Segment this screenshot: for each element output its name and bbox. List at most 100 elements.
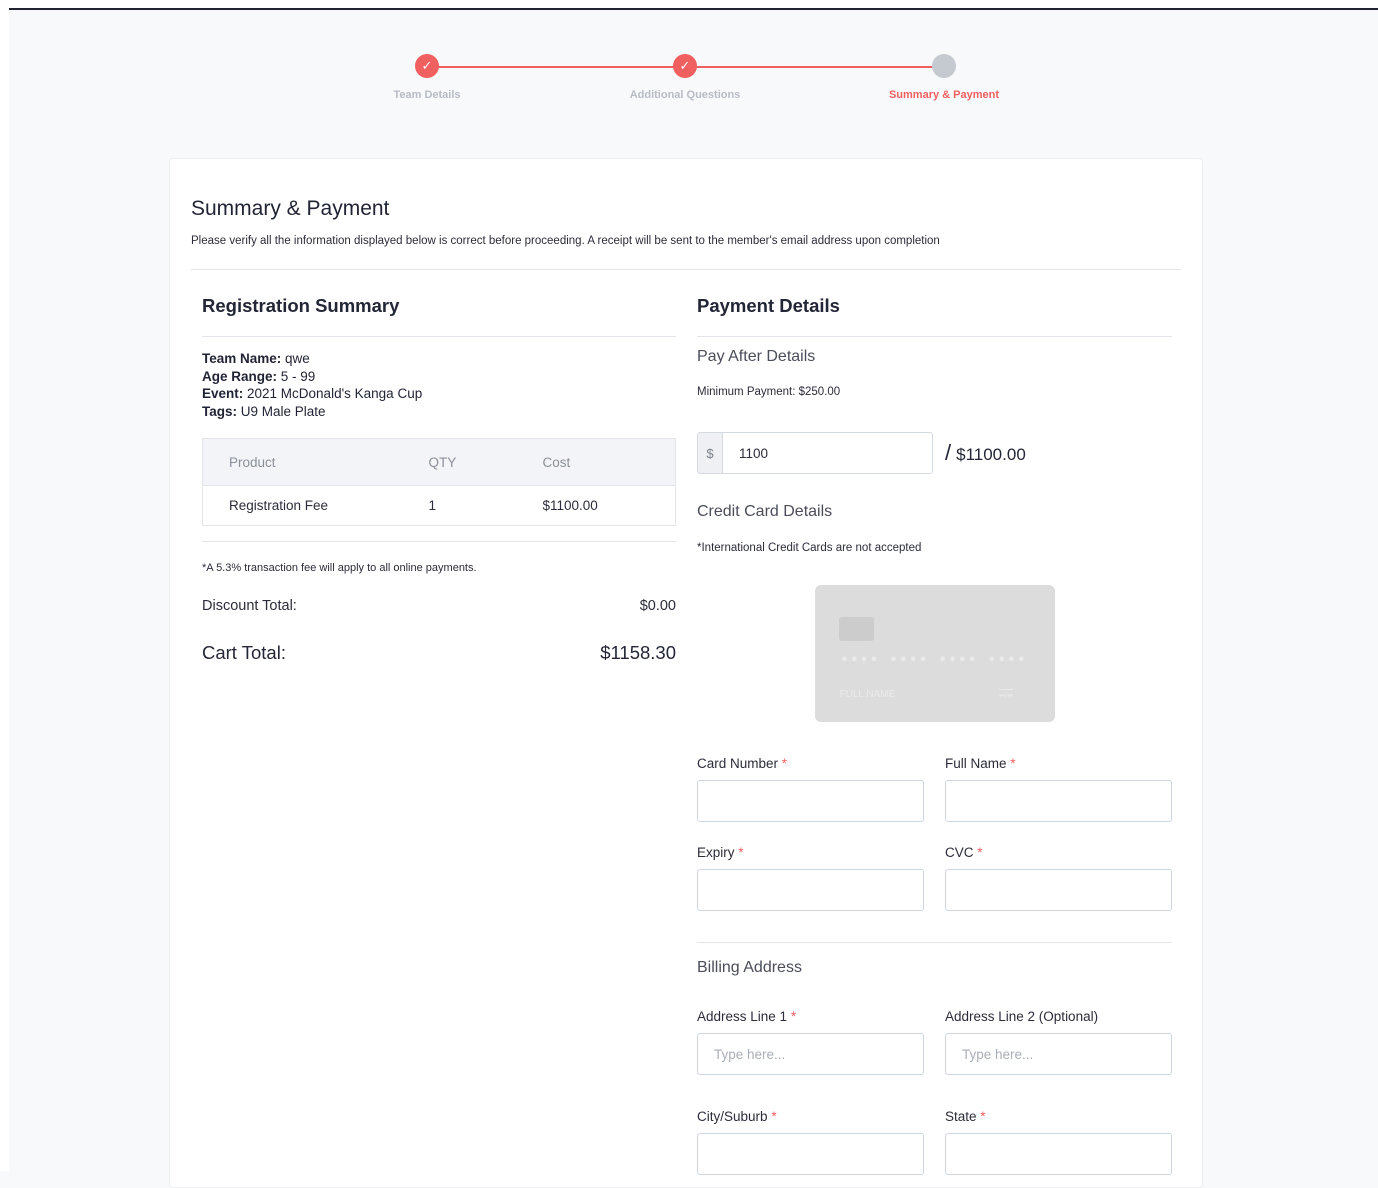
top-bar — [0, 0, 1378, 10]
cart-total-row: Cart Total: $1158.30 — [202, 642, 676, 664]
event-label: Event: — [202, 386, 244, 401]
full-name-input[interactable] — [945, 780, 1172, 822]
card-number-input[interactable] — [697, 780, 924, 822]
state-field: State * — [945, 1109, 1172, 1175]
step-summary-payment[interactable]: Summary & Payment — [844, 54, 1044, 101]
age-range-value: 5 - 99 — [277, 368, 316, 384]
team-name-value: qwe — [281, 351, 310, 366]
payment-amount-input[interactable] — [723, 433, 932, 473]
billing-address-title: Billing Address — [697, 959, 802, 976]
cost-cell: $1100.00 — [516, 485, 676, 526]
tags-row: Tags: U9 Male Plate — [202, 403, 676, 421]
slash-separator: / — [945, 440, 952, 465]
address-line-1-input[interactable] — [697, 1033, 924, 1075]
card-preview-number: •••• •••• •••• •••• — [840, 653, 1028, 668]
amount-total-value: $1100.00 — [956, 445, 1026, 464]
address-line-2-input[interactable] — [945, 1033, 1172, 1075]
card-chip-icon — [838, 617, 874, 641]
column-header-product: Product — [202, 438, 403, 486]
city-label: City/Suburb * — [697, 1109, 924, 1124]
address-line-2-field: Address Line 2 (Optional) — [945, 1009, 1172, 1075]
amount-total: / $1100.00 — [945, 440, 1026, 466]
team-info: Team Name: qwe Age Range: 5 - 99 Event: … — [202, 350, 676, 420]
city-input[interactable] — [697, 1133, 924, 1175]
card-number-label: Card Number * — [697, 756, 924, 771]
full-name-field: Full Name * — [945, 756, 1172, 822]
state-label-text: State — [945, 1109, 977, 1124]
cvc-field: CVC * — [945, 845, 1172, 911]
page-description: Please verify all the information displa… — [191, 235, 940, 247]
step-additional-questions[interactable]: ✓ Additional Questions — [585, 54, 785, 101]
product-cell: Registration Fee — [202, 485, 403, 526]
transaction-fee-note: *A 5.3% transaction fee will apply to al… — [202, 562, 477, 574]
page-title: Summary & Payment — [191, 197, 390, 220]
check-icon: ✓ — [415, 54, 439, 78]
dollar-icon: $ — [698, 433, 723, 473]
required-mark: * — [781, 756, 788, 771]
registration-summary-title: Registration Summary — [202, 295, 400, 316]
step-label: Additional Questions — [629, 89, 741, 101]
cvc-label: CVC * — [945, 845, 1172, 860]
address-line-1-field: Address Line 1 * — [697, 1009, 924, 1075]
card-fields-row-1: Card Number * Full Name * — [697, 756, 1172, 822]
table-row: Registration Fee 1 $1100.00 — [202, 485, 676, 526]
billing-fields-row-2: City/Suburb * State * — [697, 1109, 1172, 1175]
column-header-cost: Cost — [516, 438, 676, 486]
tags-label: Tags: — [202, 403, 238, 419]
discount-value: $0.00 — [639, 598, 676, 614]
divider — [697, 942, 1172, 943]
cvc-input[interactable] — [945, 869, 1172, 911]
address-line-1-label: Address Line 1 * — [697, 1009, 924, 1024]
card-preview-name: FULL NAME — [839, 689, 896, 700]
divider — [697, 336, 1172, 337]
card-preview-expiry: ••/•• — [999, 689, 1013, 700]
step-team-details[interactable]: ✓ Team Details — [327, 54, 527, 101]
required-mark: * — [977, 845, 983, 860]
credit-card-title: Credit Card Details — [697, 503, 833, 520]
left-edge — [0, 0, 9, 1171]
address-line-1-label-text: Address Line 1 — [697, 1009, 788, 1024]
international-card-note: *International Credit Cards are not acce… — [697, 542, 922, 554]
expiry-label: Expiry * — [697, 845, 924, 860]
divider — [202, 541, 676, 542]
amount-row: $ /$1100.00 — [697, 432, 1172, 474]
product-table: Product QTY Cost Registration Fee 1 $110… — [202, 438, 676, 526]
card-fields-row-2: Expiry * CVC * — [697, 845, 1172, 911]
team-name-label: Team Name: — [202, 351, 282, 366]
card-number-label-text: Card Number — [697, 756, 779, 771]
credit-card-preview: •••• •••• •••• •••• FULL NAME ••/•• — [814, 585, 1055, 722]
full-name-label: Full Name * — [945, 756, 1172, 771]
cart-total-value: $1158.30 — [600, 642, 676, 663]
pay-after-title: Pay After Details — [697, 348, 816, 365]
step-label: Team Details — [393, 89, 461, 101]
qty-cell: 1 — [402, 485, 517, 526]
billing-fields-row-1: Address Line 1 * Address Line 2 (Optiona… — [697, 1009, 1172, 1075]
required-mark: * — [790, 1009, 797, 1024]
pending-dot-icon — [932, 54, 956, 78]
expiry-input[interactable] — [697, 869, 924, 911]
divider — [191, 269, 1181, 270]
required-mark: * — [738, 845, 744, 860]
tags-value: U9 Male Plate — [237, 403, 326, 419]
card-number-field: Card Number * — [697, 756, 924, 822]
expiry-label-text: Expiry — [697, 845, 735, 860]
full-name-label-text: Full Name — [945, 756, 1007, 771]
age-range-row: Age Range: 5 - 99 — [202, 368, 676, 386]
expiry-field: Expiry * — [697, 845, 924, 911]
payment-details-title: Payment Details — [697, 295, 840, 316]
event-value: 2021 McDonald's Kanga Cup — [243, 386, 423, 401]
city-label-text: City/Suburb — [697, 1109, 768, 1124]
state-input[interactable] — [945, 1133, 1172, 1175]
payment-details-section: Payment Details Pay After Details Minimu… — [697, 295, 1172, 1175]
required-mark: * — [1010, 756, 1016, 771]
minimum-payment: Minimum Payment: $250.00 — [697, 386, 841, 398]
divider — [202, 336, 676, 337]
summary-payment-card: Summary & Payment Please verify all the … — [169, 158, 1203, 1188]
cart-total-label: Cart Total: — [202, 642, 286, 663]
cvc-label-text: CVC — [945, 845, 974, 860]
registration-summary-section: Registration Summary Team Name: qwe Age … — [202, 295, 676, 664]
state-label: State * — [945, 1109, 1172, 1124]
event-row: Event: 2021 McDonald's Kanga Cup — [202, 385, 676, 403]
required-mark: * — [771, 1109, 777, 1124]
city-field: City/Suburb * — [697, 1109, 924, 1175]
